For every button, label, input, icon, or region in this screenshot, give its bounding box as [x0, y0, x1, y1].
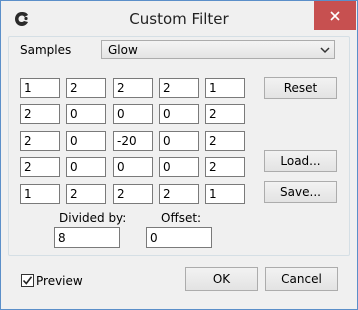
save-button[interactable]: Save... [264, 181, 337, 203]
preview-label: Preview [36, 274, 83, 288]
matrix-cell[interactable]: 0 [159, 157, 199, 177]
samples-dropdown[interactable]: Glow [101, 40, 335, 59]
matrix-cell[interactable]: 0 [66, 131, 106, 151]
matrix-cell[interactable]: 2 [205, 104, 245, 124]
matrix-cell[interactable]: 2 [20, 104, 60, 124]
cancel-button-label: Cancel [281, 272, 322, 286]
matrix-cell[interactable]: 0 [159, 131, 199, 151]
cancel-button[interactable]: Cancel [265, 267, 338, 291]
matrix-cell[interactable]: 0 [66, 104, 106, 124]
reset-button[interactable]: Reset [264, 77, 337, 99]
matrix-cell[interactable]: 2 [113, 78, 153, 98]
checkmark-icon [22, 276, 33, 285]
ok-button[interactable]: OK [185, 267, 258, 291]
title-bar[interactable]: Custom Filter [1, 1, 357, 37]
matrix-cell[interactable]: 2 [66, 78, 106, 98]
ok-button-label: OK [212, 272, 231, 286]
load-button-label: Load... [280, 154, 321, 168]
close-button[interactable] [314, 1, 356, 30]
reset-button-label: Reset [283, 81, 318, 95]
matrix-cell[interactable]: 1 [205, 78, 245, 98]
matrix-cell[interactable]: 2 [113, 184, 153, 204]
dialog-body: Samples Glow 1 2 2 2 1 2 0 0 0 2 2 0 -20… [8, 36, 350, 301]
matrix-cell[interactable]: 0 [113, 104, 153, 124]
chevron-down-icon [320, 47, 330, 54]
matrix-cell[interactable]: 0 [66, 157, 106, 177]
matrix-cell[interactable]: 1 [20, 78, 60, 98]
custom-filter-dialog: Custom Filter Samples Glow 1 2 2 2 1 2 0… [0, 0, 358, 310]
matrix-cell[interactable]: 0 [159, 104, 199, 124]
offset-input[interactable]: 0 [146, 227, 212, 248]
matrix-cell[interactable]: 2 [205, 157, 245, 177]
matrix-cell[interactable]: 1 [20, 184, 60, 204]
divided-by-input[interactable]: 8 [54, 227, 120, 248]
matrix-cell[interactable]: 2 [205, 131, 245, 151]
samples-selected-value: Glow [108, 43, 138, 57]
matrix-cell[interactable]: 2 [66, 184, 106, 204]
samples-label: Samples [20, 43, 72, 57]
preview-checkbox[interactable] [21, 274, 34, 287]
matrix-cell[interactable]: 2 [20, 157, 60, 177]
matrix-cell[interactable]: 2 [159, 184, 199, 204]
matrix-cell[interactable]: 2 [159, 78, 199, 98]
window-title: Custom Filter [129, 10, 229, 28]
matrix-cell[interactable]: 2 [20, 131, 60, 151]
divided-by-label: Divided by: [59, 211, 127, 225]
matrix-cell[interactable]: -20 [113, 131, 153, 151]
matrix-cell[interactable]: 0 [113, 157, 153, 177]
save-button-label: Save... [280, 185, 321, 199]
load-button[interactable]: Load... [264, 150, 337, 172]
matrix-cell[interactable]: 1 [205, 184, 245, 204]
close-icon [330, 10, 340, 21]
offset-label: Offset: [161, 211, 202, 225]
